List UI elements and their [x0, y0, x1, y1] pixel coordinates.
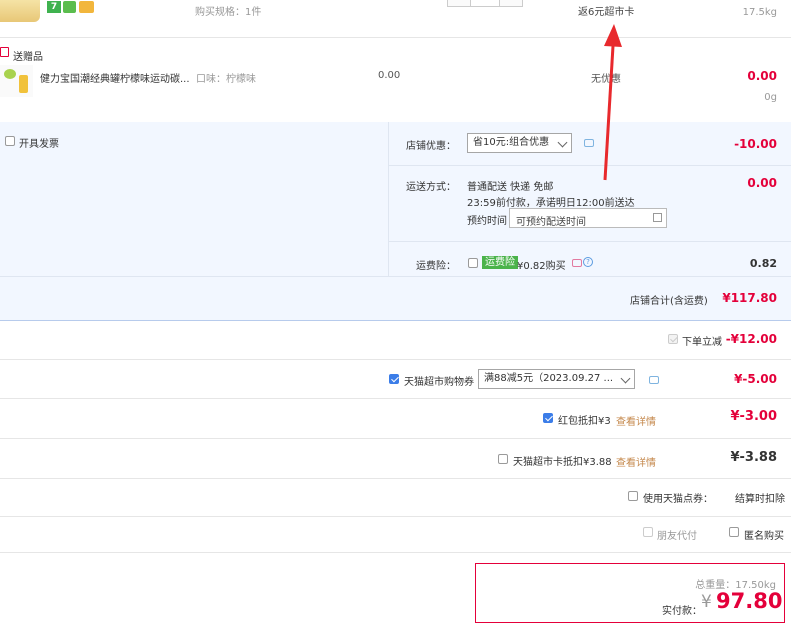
points-label: 使用天猫点券： [643, 494, 713, 505]
quantity-minus-button[interactable] [447, 0, 471, 7]
store-row-divider-2 [389, 241, 791, 242]
payment-summary-box: 总重量：17.50kg 实付款： ¥ 97.80 [475, 563, 785, 623]
annotation-arrow-shaft [603, 45, 615, 181]
store-row-divider-1 [389, 165, 791, 166]
chevron-down-icon [620, 373, 631, 384]
service-badge-7-icon: 7 [47, 1, 61, 13]
shipping-promise: 23:59前付款，承诺明日12:00前送达 [467, 198, 635, 209]
calendar-icon[interactable] [653, 213, 662, 222]
insurance-amount: 0.82 [749, 257, 777, 270]
instant-discount-checkbox [668, 334, 678, 344]
gift-flavor: 口味：柠檬味 [196, 74, 256, 85]
appointment-placeholder: 可预约配送时间 [516, 217, 586, 228]
points-checkbox[interactable] [628, 491, 638, 501]
supermarket-card-details-link[interactable]: 查看详情 [616, 454, 656, 469]
gift-section-label: 送赠品 [13, 52, 43, 63]
store-panel: 开具发票 店铺优惠： 省10元:组合优惠 -10.00 运送方式： 普通配送 快… [0, 122, 791, 321]
supermarket-card-checkbox[interactable] [498, 454, 508, 464]
store-subtotal-label: 店铺合计(含运费) [630, 296, 708, 307]
coupon-amount: -10.00 [734, 137, 777, 151]
coupon-select-value: 省10元:组合优惠 [473, 137, 550, 148]
redpacket-checkbox[interactable] [543, 413, 553, 423]
product-row-top: 7 购买规格：1件 返6元超市卡 17.5kg [0, 0, 791, 37]
points-value: 结算时扣除 [735, 494, 785, 505]
appointment-input[interactable]: 可预约配送时间 [509, 208, 667, 228]
gift-thumb-can [19, 75, 28, 93]
divider [0, 478, 791, 479]
spec-label: 购买规格：1件 [195, 7, 262, 18]
product-thumb[interactable] [0, 0, 40, 22]
redpacket-label: 红包抵扣¥3 [558, 416, 611, 427]
insurance-label: 运费险： [416, 261, 456, 272]
tmall-coupon-select-value: 满88减5元（2023.09.27 ... [484, 373, 614, 384]
help-icon[interactable]: ? [583, 257, 593, 267]
service-badge-card-icon [79, 1, 94, 13]
tmall-coupon-checkbox[interactable] [389, 374, 399, 384]
coupon-label: 店铺优惠： [406, 141, 456, 152]
coupon-select[interactable]: 省10元:组合优惠 [467, 133, 572, 153]
chat-icon[interactable] [649, 376, 659, 384]
supermarket-card-label: 天猫超市卡抵扣¥3.88 [513, 457, 612, 468]
tmall-coupon-amount: ¥-5.00 [734, 372, 777, 386]
gift-icon [0, 47, 9, 57]
appointment-label: 预约时间 [467, 216, 507, 227]
redpacket-amount: ¥-3.00 [730, 409, 777, 424]
insurance-badge: 运费险 [482, 256, 518, 269]
actual-pay-amount: 97.80 [716, 589, 783, 613]
anonymous-checkbox[interactable] [729, 527, 739, 537]
chat-icon[interactable] [584, 139, 594, 147]
item-weight: 17.5kg [742, 7, 777, 18]
gift-thumb-graphic [4, 69, 16, 79]
gift-thumb[interactable] [0, 65, 33, 97]
actual-pay-currency: ¥ [701, 592, 712, 612]
instant-discount-amount: -¥12.00 [725, 332, 777, 346]
quantity-input[interactable] [470, 0, 500, 7]
shipping-label: 运送方式： [406, 182, 456, 193]
store-subtotal-amount: ¥117.80 [722, 291, 777, 305]
invoice-checkbox[interactable] [5, 136, 15, 146]
instant-discount-label: 下单立减 [682, 337, 722, 348]
invoice-label: 开具发票 [19, 139, 59, 150]
annotation-arrow [603, 24, 622, 181]
friend-pay-checkbox [643, 527, 653, 537]
annotation-arrow-head [604, 24, 622, 47]
store-vertical-divider [388, 122, 389, 276]
promo-text: 返6元超市卡 [578, 7, 635, 18]
divider [0, 398, 791, 399]
gift-weight: 0g [764, 92, 777, 103]
store-row-divider-3 [0, 276, 791, 277]
divider [0, 438, 791, 439]
divider [0, 552, 791, 553]
shipping-method: 普通配送 快递 免邮 [467, 182, 554, 193]
gift-price: 0.00 [747, 69, 777, 83]
divider [0, 359, 791, 360]
actual-pay-label: 实付款： [662, 606, 702, 617]
gift-unit-price: 0.00 [378, 70, 401, 81]
service-badge-guarantee-icon [63, 1, 76, 13]
anonymous-label: 匿名购买 [744, 531, 784, 542]
friend-pay-label: 朋友代付 [657, 531, 697, 542]
gift-section: 送赠品 健力宝国潮经典罐柠檬味运动碳... 口味：柠檬味 0.00 无优惠 0.… [0, 38, 791, 122]
divider [0, 516, 791, 517]
insurance-price: ¥0.82购买 [517, 261, 566, 272]
tmall-coupon-label: 天猫超市购物券 [404, 377, 474, 388]
chat-icon[interactable] [572, 259, 582, 267]
redpacket-details-link[interactable]: 查看详情 [616, 413, 656, 428]
tmall-coupon-select[interactable]: 满88减5元（2023.09.27 ... [478, 369, 635, 389]
chevron-down-icon [557, 137, 568, 148]
shipping-amount: 0.00 [747, 176, 777, 190]
supermarket-card-amount: ¥-3.88 [730, 450, 777, 465]
gift-name[interactable]: 健力宝国潮经典罐柠檬味运动碳... [40, 70, 190, 85]
insurance-checkbox[interactable] [468, 258, 478, 268]
quantity-plus-button[interactable] [499, 0, 523, 7]
